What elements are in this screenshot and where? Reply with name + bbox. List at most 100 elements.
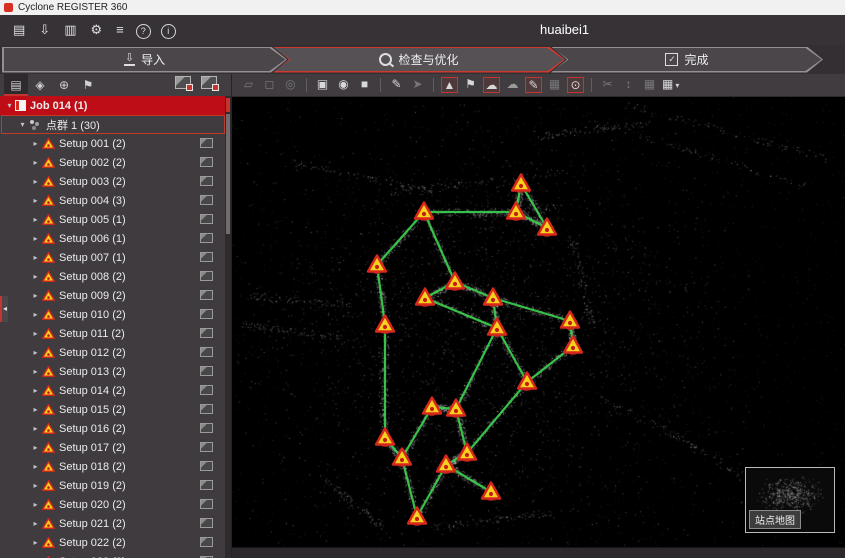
expand-arrow-icon[interactable]: ▸ [30, 405, 41, 414]
setup-image-icon[interactable] [200, 252, 213, 262]
setup-image-icon[interactable] [200, 157, 213, 167]
tree-item-setup[interactable]: ▸Setup 021 (2) [0, 514, 225, 533]
draw-annotation-toggle-icon[interactable]: ✎ [525, 77, 542, 93]
expand-arrow-icon[interactable]: ▸ [30, 139, 41, 148]
pan-view-icon[interactable]: ◻ [261, 77, 278, 93]
setup-marker[interactable] [447, 399, 465, 418]
pano-grid-icon[interactable]: ▦ [641, 77, 658, 93]
expand-arrow-icon[interactable]: ▸ [30, 329, 41, 338]
tree-item-setup[interactable]: ▸Setup 003 (2) [0, 172, 225, 191]
expand-arrow-icon[interactable]: ▸ [30, 462, 41, 471]
setup-marker[interactable] [507, 202, 525, 221]
tree-item-setup[interactable]: ▸Setup 002 (2) [0, 153, 225, 172]
stop-square-icon[interactable]: ■ [356, 77, 373, 93]
workflow-step-import[interactable]: ⇩ 导入 [2, 47, 287, 73]
setup-marker[interactable] [488, 318, 506, 337]
setup-marker[interactable] [564, 336, 582, 355]
setup-image-icon[interactable] [200, 290, 213, 300]
expand-arrow-icon[interactable]: ▸ [30, 158, 41, 167]
tree-item-setup[interactable]: ▸Setup 006 (1) [0, 229, 225, 248]
expand-arrow-icon[interactable]: ▸ [30, 386, 41, 395]
tree-item-setup[interactable]: ▸Setup 004 (3) [0, 191, 225, 210]
tree-item-setup[interactable]: ▸Setup 023 (2) [0, 552, 225, 558]
expand-arrow-icon[interactable]: ▸ [30, 424, 41, 433]
server-list-icon[interactable]: ≡ [116, 22, 124, 37]
select-view-icon[interactable]: ▱ [240, 77, 257, 93]
cut-links-icon[interactable]: ✂ [599, 77, 616, 93]
view-mode-dropdown[interactable]: ▦▾ [662, 77, 679, 93]
expand-arrow-icon[interactable]: ▸ [30, 500, 41, 509]
setup-image-icon[interactable] [200, 195, 213, 205]
panel-collapse-handle[interactable]: ◂ [0, 296, 8, 322]
setup-image-icon[interactable] [200, 233, 213, 243]
settings-gear-icon[interactable]: ⚙ [91, 22, 103, 38]
tree-item-setup[interactable]: ▸Setup 011 (2) [0, 324, 225, 343]
import-data-icon[interactable]: ⇩ [39, 22, 50, 38]
tree-item-setup[interactable]: ▸Setup 017 (2) [0, 438, 225, 457]
tree-item-setup[interactable]: ▸Setup 012 (2) [0, 343, 225, 362]
fit-view-icon[interactable]: ↕ [620, 77, 637, 93]
setup-marker[interactable] [437, 455, 455, 474]
setup-image-icon[interactable] [200, 176, 213, 186]
tree-item-setup[interactable]: ▸Setup 018 (2) [0, 457, 225, 476]
setup-image-icon[interactable] [200, 385, 213, 395]
setup-image-icon[interactable] [200, 328, 213, 338]
tree-item-setup[interactable]: ▸Setup 013 (2) [0, 362, 225, 381]
pointcloud-viewport[interactable]: 站点地图 [232, 97, 845, 547]
expand-arrow-icon[interactable]: ▸ [30, 538, 41, 547]
setup-image-icon[interactable] [200, 309, 213, 319]
expand-arrow-icon[interactable]: ▸ [30, 310, 41, 319]
expand-arrow-icon[interactable]: ▸ [30, 177, 41, 186]
setup-marker[interactable] [538, 218, 556, 237]
storage-icon[interactable]: ▥ [64, 22, 76, 38]
setup-marker[interactable] [408, 507, 426, 526]
setup-marker[interactable] [415, 202, 433, 221]
tree-item-pointgroup[interactable]: ▾ 点群 1 (30) [1, 115, 225, 134]
setup-image-icon[interactable] [200, 138, 213, 148]
setup-marker[interactable] [376, 315, 394, 334]
workflow-step-finish[interactable]: ✓ 完成 [551, 47, 823, 73]
setup-marker[interactable] [376, 428, 394, 447]
expand-arrow-icon[interactable]: ▸ [30, 519, 41, 528]
measure-pencil-icon[interactable]: ✎ [388, 77, 405, 93]
expand-arrow-icon[interactable]: ▸ [30, 215, 41, 224]
sitemap-minimap[interactable]: 站点地图 [745, 467, 835, 533]
expand-arrow-icon[interactable]: ▸ [30, 196, 41, 205]
expand-arrow-icon[interactable]: ▸ [30, 443, 41, 452]
setup-image-icon[interactable] [200, 214, 213, 224]
setup-image-icon[interactable] [200, 347, 213, 357]
setup-image-icon[interactable] [200, 366, 213, 376]
setup-marker[interactable] [561, 311, 579, 330]
tree-item-setup[interactable]: ▸Setup 007 (1) [0, 248, 225, 267]
tree-item-setup[interactable]: ▸Setup 020 (2) [0, 495, 225, 514]
tree-item-setup[interactable]: ▸Setup 014 (2) [0, 381, 225, 400]
expand-arrow-icon[interactable]: ▸ [30, 234, 41, 243]
tree-item-setup[interactable]: ▸Setup 009 (2) [0, 286, 225, 305]
setup-marker[interactable] [484, 288, 502, 307]
zoom-window-icon[interactable]: ◎ [282, 77, 299, 93]
setup-image-icon[interactable] [200, 480, 213, 490]
tree-item-setup[interactable]: ▸Setup 005 (1) [0, 210, 225, 229]
setup-markers-toggle-icon[interactable]: ▲ [441, 77, 458, 93]
setup-image-icon[interactable] [200, 442, 213, 452]
expand-arrow-icon[interactable]: ▸ [30, 291, 41, 300]
record-camera-icon[interactable]: ◉ [335, 77, 352, 93]
open-project-icon[interactable]: ▤ [13, 22, 25, 38]
setup-image-icon[interactable] [200, 537, 213, 547]
collapse-arrow-icon[interactable]: ▾ [17, 120, 28, 129]
setup-image-icon[interactable] [200, 423, 213, 433]
setup-image-icon[interactable] [200, 518, 213, 528]
help-icon[interactable]: ? [136, 24, 151, 39]
thumbnail-view-icon[interactable] [175, 76, 191, 89]
list-view-icon[interactable] [201, 76, 217, 89]
expand-arrow-icon[interactable]: ▸ [30, 272, 41, 281]
tree-item-setup[interactable]: ▸Setup 001 (2) [0, 134, 225, 153]
cloud-visible-toggle-icon[interactable]: ☁ [483, 77, 500, 93]
setup-marker[interactable] [423, 397, 441, 416]
cloud-grey-toggle-icon[interactable]: ☁ [504, 77, 521, 93]
setup-marker[interactable] [446, 272, 464, 291]
pick-cursor-icon[interactable]: ➤ [409, 77, 426, 93]
setup-marker[interactable] [512, 174, 530, 193]
snapshot-camera-icon[interactable]: ▣ [314, 77, 331, 93]
tree-item-setup[interactable]: ▸Setup 015 (2) [0, 400, 225, 419]
